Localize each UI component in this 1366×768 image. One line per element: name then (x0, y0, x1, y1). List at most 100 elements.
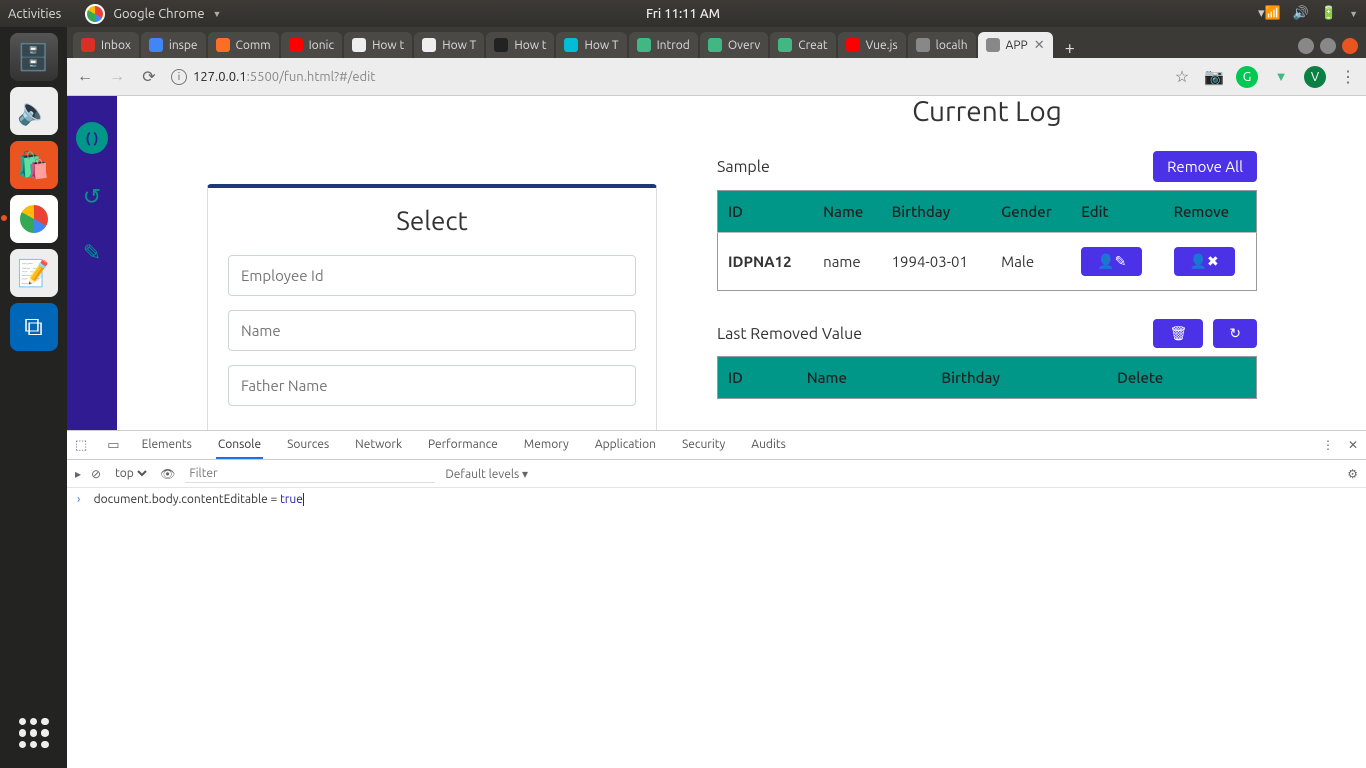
address-bar[interactable]: i 127.0.0.1:5500/fun.html?#/edit (171, 69, 1160, 85)
undo-button[interactable]: ↻ (1213, 319, 1257, 348)
console-output[interactable]: › document.body.contentEditable = true (67, 488, 1366, 768)
browser-tab[interactable]: Inbox (73, 32, 139, 58)
tab-label: How t (372, 39, 404, 52)
site-info-icon[interactable]: i (171, 69, 187, 85)
devtools-tab-security[interactable]: Security (680, 432, 727, 459)
tab-label: APP (1006, 39, 1028, 52)
browser-tab[interactable]: Creat (770, 32, 835, 58)
app-logo-icon[interactable]: ( ) (76, 122, 108, 154)
volume-icon[interactable]: 🔊 (1293, 6, 1309, 21)
rcol-delete: Delete (1107, 357, 1256, 399)
browser-tab[interactable]: How t (344, 32, 412, 58)
forward-button: → (107, 67, 127, 86)
console-filter-input[interactable] (185, 465, 435, 483)
browser-window: InboxinspeCommIonicHow tHow THow tHow TI… (67, 27, 1366, 430)
dock-chrome[interactable] (10, 195, 58, 243)
history-icon[interactable]: ↺ (83, 184, 101, 210)
app-menu[interactable]: Google Chrome (113, 7, 204, 21)
favicon (422, 38, 436, 52)
context-selector[interactable]: top (111, 466, 150, 481)
grammarly-icon[interactable]: G (1236, 66, 1258, 88)
father-name-input[interactable] (228, 365, 636, 406)
device-toggle-icon[interactable]: ▭ (107, 438, 119, 453)
log-table: ID Name Birthday Gender Edit Remove IDPN… (717, 190, 1257, 291)
remove-row-button[interactable]: 👤✖ (1174, 247, 1235, 276)
browser-tab[interactable]: How T (414, 32, 484, 58)
browser-tab[interactable]: Introd (629, 32, 698, 58)
rcol-name: Name (797, 357, 932, 399)
tab-label: Inbox (101, 39, 131, 52)
clock[interactable]: Fri 11:11 AM (646, 7, 720, 21)
devtools-tab-application[interactable]: Application (593, 432, 658, 459)
devtools-tab-elements[interactable]: Elements (140, 432, 194, 459)
console-settings-icon[interactable]: ⚙ (1347, 467, 1358, 481)
browser-tab[interactable]: How t (486, 32, 554, 58)
log-levels-dropdown[interactable]: Default levels ▾ (445, 467, 528, 481)
window-maximize[interactable] (1320, 38, 1336, 54)
browser-tab[interactable]: Vue.js (838, 32, 906, 58)
dock-text-editor[interactable]: 📝 (10, 249, 58, 297)
back-button[interactable]: ← (75, 67, 95, 86)
dock-software[interactable]: 🛍️ (10, 141, 58, 189)
browser-tab[interactable]: localh (908, 32, 976, 58)
reload-button[interactable]: ⟳ (139, 67, 159, 86)
devtools-tab-audits[interactable]: Audits (749, 432, 788, 459)
devtools-close-icon[interactable]: ✕ (1348, 438, 1358, 452)
window-close[interactable] (1342, 38, 1358, 54)
dock-rhythmbox[interactable]: 🔈 (10, 87, 58, 135)
browser-tab[interactable]: Comm (208, 32, 279, 58)
select-card: Select (207, 184, 657, 430)
tab-label: inspe (169, 39, 198, 52)
dock-apps-grid[interactable] (13, 712, 55, 754)
devtools-tab-performance[interactable]: Performance (426, 432, 500, 459)
new-tab-button[interactable]: + (1055, 38, 1085, 58)
window-minimize[interactable] (1298, 38, 1314, 54)
edit-row-button[interactable]: 👤✎ (1081, 247, 1142, 276)
tab-close-icon[interactable]: ✕ (1034, 38, 1045, 53)
favicon (986, 38, 1000, 52)
vue-devtools-icon[interactable]: ▼ (1270, 66, 1292, 88)
edit-icon[interactable]: ✎ (83, 240, 101, 266)
browser-tab[interactable]: inspe (141, 32, 206, 58)
dock-vscode[interactable]: ⧉ (10, 303, 58, 351)
browser-tab[interactable]: Ionic (281, 32, 342, 58)
star-icon[interactable]: ☆ (1172, 67, 1192, 86)
toolbar: ← → ⟳ i 127.0.0.1:5500/fun.html?#/edit ☆… (67, 58, 1366, 96)
activities-button[interactable]: Activities (8, 7, 61, 21)
url-path: :5500/fun.html?#/edit (247, 70, 376, 84)
col-edit: Edit (1071, 191, 1163, 233)
cell-gender: Male (991, 233, 1071, 291)
live-expression-icon[interactable]: 👁 (160, 467, 175, 481)
dock-files[interactable]: 🗄️ (10, 33, 58, 81)
camera-icon[interactable]: 📷 (1204, 67, 1224, 86)
sample-label: Sample (717, 158, 770, 176)
trash-button[interactable]: 🗑 (1153, 319, 1203, 348)
system-menu-icon[interactable]: ▼ (1349, 9, 1358, 19)
console-sidebar-icon[interactable]: ▸ (75, 467, 81, 481)
cell-birthday: 1994-03-01 (882, 233, 992, 291)
cell-name: name (813, 233, 881, 291)
menu-icon[interactable]: ⋮ (1338, 67, 1358, 86)
form-title: Select (228, 206, 636, 235)
browser-tab[interactable]: APP ✕ (978, 32, 1053, 58)
wifi-icon[interactable]: ▾📶 (1258, 6, 1281, 21)
battery-icon[interactable]: 🔋 (1321, 6, 1337, 21)
devtools-tab-sources[interactable]: Sources (285, 432, 331, 459)
devtools-tab-memory[interactable]: Memory (522, 432, 571, 459)
current-log-heading: Current Log (717, 96, 1257, 127)
console-toolbar: ▸ ⊘ top 👁 Default levels ▾ ⚙ (67, 460, 1366, 488)
browser-tab[interactable]: How T (556, 32, 626, 58)
favicon (149, 38, 163, 52)
employee-id-input[interactable] (228, 255, 636, 296)
clear-console-icon[interactable]: ⊘ (91, 467, 101, 481)
browser-tab[interactable]: Overv (700, 32, 768, 58)
name-input[interactable] (228, 310, 636, 351)
inspect-icon[interactable]: ⬚ (75, 438, 87, 453)
favicon (352, 38, 366, 52)
remove-all-button[interactable]: Remove All (1153, 151, 1257, 182)
devtools-more-icon[interactable]: ⋮ (1322, 438, 1334, 452)
profile-avatar[interactable]: V (1304, 66, 1326, 88)
devtools-tab-network[interactable]: Network (353, 432, 404, 459)
console-input-text: document.body.contentEditable = true (94, 493, 304, 506)
devtools-tab-console[interactable]: Console (216, 432, 263, 459)
